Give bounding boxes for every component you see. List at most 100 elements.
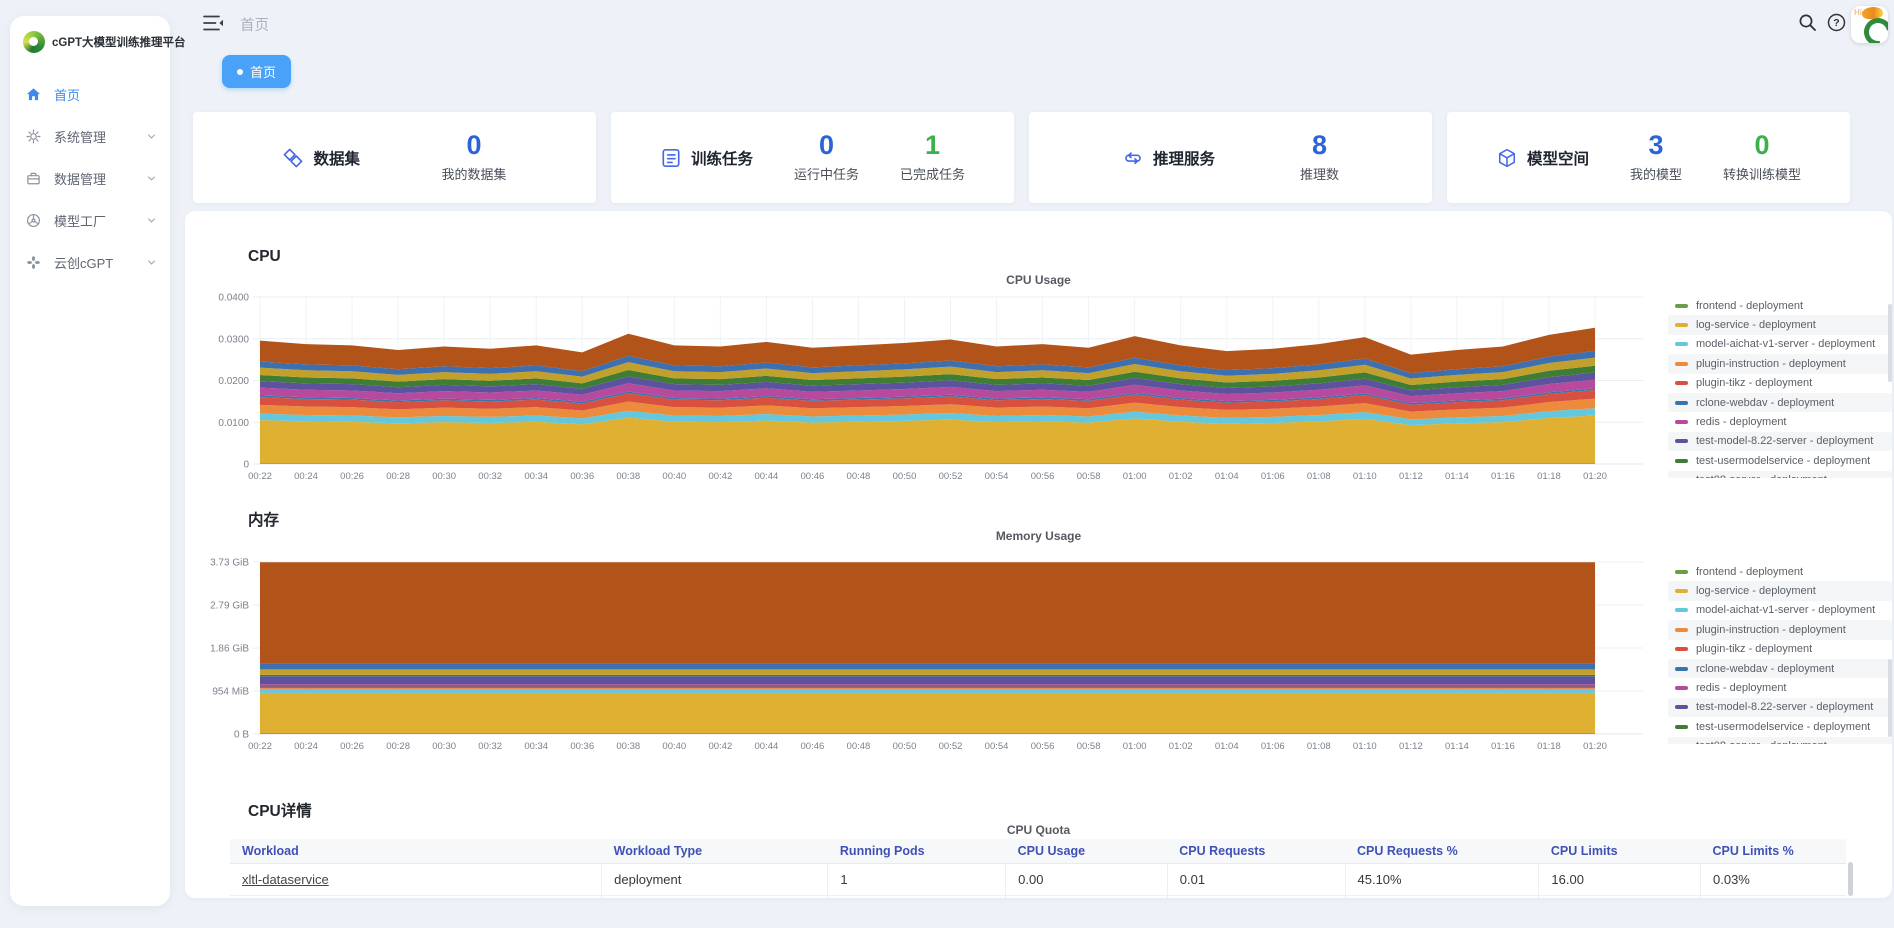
legend-label: model-aichat-v1-server - deployment — [1696, 338, 1875, 350]
stat-card-1[interactable]: 训练任务0运行中任务1已完成任务 — [611, 112, 1014, 203]
legend-label: plugin-tikz - deployment — [1696, 377, 1812, 389]
sidebar-item-0[interactable]: 首页 — [10, 73, 170, 115]
y-tick-label: 0 — [243, 460, 249, 471]
cpu-chart-legend: frontend - deploymentlog-service - deplo… — [1668, 296, 1892, 478]
area-series — [260, 688, 1595, 689]
legend-item[interactable]: rclone-webdav - deployment — [1668, 659, 1892, 678]
stat-metric-value: 0 — [441, 132, 506, 159]
stat-card-3[interactable]: 模型空间3我的模型0转换训练模型 — [1447, 112, 1850, 203]
table-cell: 1 — [828, 864, 1006, 896]
tab-home[interactable]: 首页 — [222, 55, 291, 88]
table-cell: 45.10% — [1345, 864, 1539, 896]
legend-color-chip — [1675, 667, 1688, 671]
x-tick-label: 01:18 — [1537, 471, 1561, 482]
legend-item[interactable]: test-usermodelservice - deployment — [1668, 717, 1892, 736]
legend-item[interactable]: model-aichat-v1-server - deployment — [1668, 601, 1892, 620]
help-icon[interactable]: ? — [1827, 13, 1846, 32]
y-tick-label: 0 B — [234, 730, 249, 741]
cpu-quota-title: CPU Quota — [185, 823, 1892, 837]
table-header-row: WorkloadWorkload TypeRunning PodsCPU Usa… — [230, 839, 1846, 864]
stat-card-label: 模型空间 — [1527, 147, 1589, 169]
legend-color-chip — [1675, 401, 1688, 405]
app-logo-icon — [23, 31, 45, 53]
stat-metric: 0运行中任务 — [794, 132, 859, 183]
stat-card-2[interactable]: 推理服务8推理数 — [1029, 112, 1432, 203]
dashboard-card: CPU CPU Usage 00:2200:2400:2600:2800:300… — [185, 211, 1892, 898]
y-tick-label: 0.0200 — [218, 376, 249, 387]
sidebar-menu: 首页系统管理数据管理模型工厂云创cGPT — [10, 73, 170, 283]
legend-item[interactable]: rclone-webdav - deployment — [1668, 393, 1892, 412]
sidebar-item-3[interactable]: 模型工厂 — [10, 199, 170, 241]
x-tick-label: 00:22 — [248, 471, 272, 482]
search-icon[interactable] — [1798, 13, 1817, 32]
legend-item[interactable]: log-service - deployment — [1668, 315, 1892, 334]
breadcrumb[interactable]: 首页 — [240, 14, 269, 35]
legend-item[interactable]: frontend - deployment — [1668, 562, 1892, 581]
table-scrollbar[interactable] — [1848, 862, 1853, 896]
legend-item[interactable]: test-usermodelservice - deployment — [1668, 451, 1892, 470]
legend-item[interactable]: plugin-instruction - deployment — [1668, 620, 1892, 639]
sidebar-item-2[interactable]: 数据管理 — [10, 157, 170, 199]
legend-label: redis - deployment — [1696, 682, 1787, 694]
x-tick-label: 00:40 — [662, 741, 686, 752]
legend-item[interactable]: redis - deployment — [1668, 412, 1892, 431]
legend-item[interactable]: plugin-tikz - deployment — [1668, 374, 1892, 393]
legend-item[interactable]: test-model-8.22-server - deployment — [1668, 698, 1892, 717]
model-icon — [1496, 147, 1518, 169]
table-cell: 0.03% — [1701, 864, 1847, 896]
legend-item[interactable]: frontend - deployment — [1668, 296, 1892, 315]
stat-metric-label: 我的数据集 — [441, 164, 506, 183]
memory-legend-scrollbar[interactable] — [1888, 659, 1892, 737]
cpu-legend-scrollbar[interactable] — [1888, 304, 1892, 382]
x-tick-label: 00:24 — [294, 471, 318, 482]
legend-item-partial[interactable]: test08-server - deployment — [1668, 471, 1892, 478]
table-cell — [230, 896, 602, 899]
cpu-chart-title: CPU Usage — [185, 273, 1892, 287]
legend-item[interactable]: plugin-tikz - deployment — [1668, 640, 1892, 659]
avatar[interactable]: Hi — [1851, 6, 1888, 43]
area-series — [260, 464, 1595, 465]
legend-item[interactable]: redis - deployment — [1668, 678, 1892, 697]
area-series — [260, 684, 1595, 685]
stat-card-0[interactable]: 数据集0我的数据集 — [193, 112, 596, 203]
sidebar-item-1[interactable]: 系统管理 — [10, 115, 170, 157]
legend-label: plugin-instruction - deployment — [1696, 624, 1846, 636]
legend-label: rclone-webdav - deployment — [1696, 397, 1834, 409]
stat-metric-label: 我的模型 — [1630, 164, 1682, 183]
x-tick-label: 00:38 — [616, 741, 640, 752]
avatar-art: Hi — [1854, 8, 1862, 17]
section-header-memory: 内存 — [248, 508, 279, 530]
legend-color-chip — [1675, 304, 1688, 308]
stat-card-label: 推理服务 — [1153, 147, 1215, 169]
cpu-quota-table: WorkloadWorkload TypeRunning PodsCPU Usa… — [230, 839, 1846, 898]
legend-item[interactable]: model-aichat-v1-server - deployment — [1668, 335, 1892, 354]
x-tick-label: 01:14 — [1445, 741, 1469, 752]
workload-link[interactable]: xltl-dataservice — [242, 872, 329, 887]
y-tick-label: 2.79 GiB — [210, 600, 249, 611]
legend-label: test-model-8.22-server - deployment — [1696, 701, 1873, 713]
x-tick-label: 01:14 — [1445, 471, 1469, 482]
table-cell: deployment — [602, 864, 828, 896]
x-tick-label: 00:42 — [708, 471, 732, 482]
legend-color-chip — [1675, 459, 1688, 463]
app-logo-row: cGPT大模型训练推理平台 — [10, 16, 170, 65]
x-tick-label: 00:48 — [847, 741, 871, 752]
legend-color-chip — [1675, 725, 1688, 729]
menu-fold-icon[interactable] — [203, 14, 224, 32]
legend-item[interactable]: test-model-8.22-server - deployment — [1668, 432, 1892, 451]
tab-active-dot — [237, 69, 243, 75]
chevron-down-icon — [146, 131, 157, 142]
area-series — [260, 690, 1595, 693]
legend-item[interactable]: log-service - deployment — [1668, 581, 1892, 600]
legend-item-partial[interactable]: test08-server - deployment — [1668, 737, 1892, 744]
stat-metric-label: 转换训练模型 — [1723, 164, 1801, 183]
table-header-cell: Workload — [230, 839, 602, 864]
sidebar-item-4[interactable]: 云创cGPT — [10, 241, 170, 283]
x-tick-label: 00:52 — [939, 741, 963, 752]
dataset-icon — [282, 147, 304, 169]
x-tick-label: 00:30 — [432, 471, 456, 482]
legend-item[interactable]: plugin-instruction - deployment — [1668, 354, 1892, 373]
stat-metric: 0 我的数据集 — [441, 132, 506, 183]
x-tick-label: 01:10 — [1353, 471, 1377, 482]
x-tick-label: 00:54 — [985, 741, 1009, 752]
